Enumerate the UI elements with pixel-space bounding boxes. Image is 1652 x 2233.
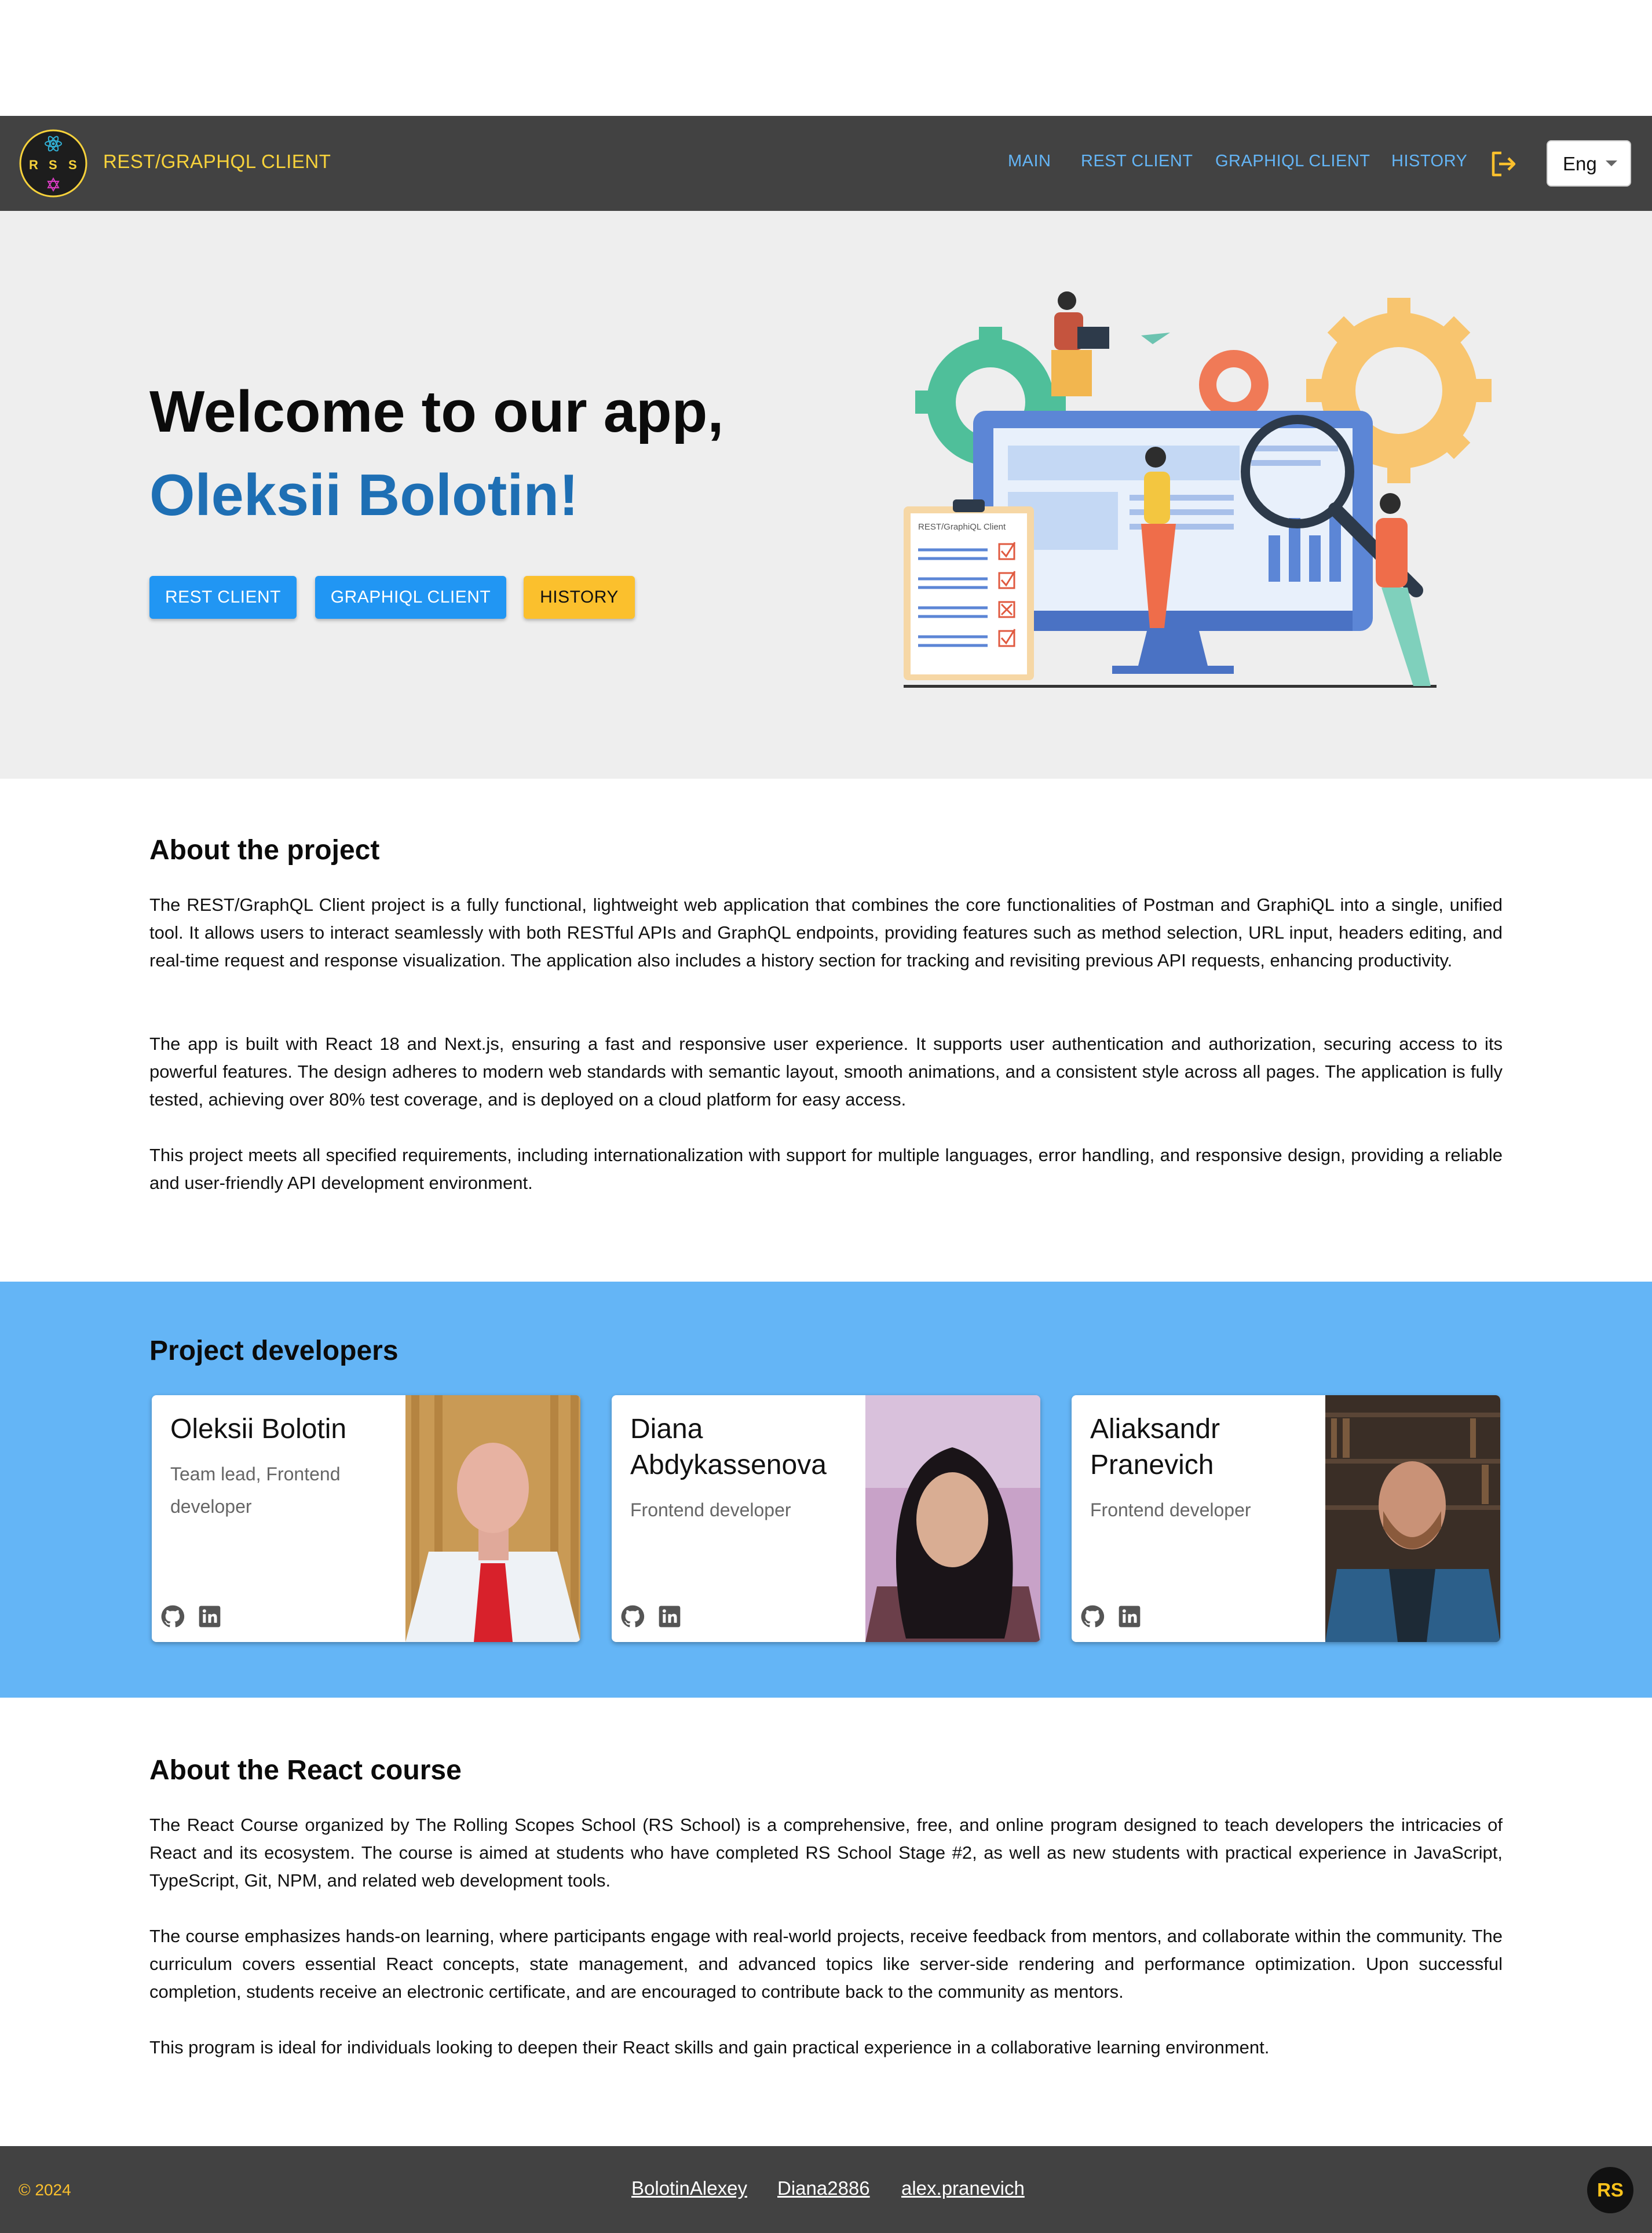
about-project-heading: About the project — [149, 835, 380, 866]
developer-card: Aliaksandr Pranevich Frontend developer — [1072, 1395, 1500, 1642]
svg-text:S: S — [68, 158, 77, 172]
developer-role: Frontend developer — [1090, 1499, 1251, 1520]
gear-icon — [1199, 350, 1269, 419]
user-name-heading: Oleksii Bolotin! — [149, 463, 579, 528]
developer-name: Diana Abdykassenova — [630, 1414, 827, 1480]
app-header: R S S REST/GRAPHQL CLIENT MAIN REST CLIE… — [0, 116, 1652, 211]
app-footer: © 2024 BolotinAlexey Diana2886 alex.pran… — [0, 2146, 1652, 2233]
hero-section: Welcome to our app, Oleksii Bolotin! RES… — [0, 211, 1652, 779]
about-course-paragraph: The course emphasizes hands-on learning,… — [149, 1926, 1503, 2002]
nav-rest-client[interactable]: REST CLIENT — [1081, 152, 1193, 171]
developer-role: Frontend developer — [630, 1499, 791, 1520]
developers-heading: Project developers — [149, 1336, 399, 1366]
svg-text:REST/GraphiQL Client: REST/GraphiQL Client — [918, 522, 1006, 532]
developer-name: Oleksii Bolotin — [170, 1414, 347, 1444]
hero-graphiql-client-button[interactable]: GRAPHIQL CLIENT — [315, 576, 506, 619]
app-brand-title: REST/GRAPHQL CLIENT — [103, 151, 331, 172]
developer-photo — [865, 1395, 1040, 1642]
developer-name: Aliaksandr Pranevich — [1090, 1414, 1220, 1480]
developer-card: Diana Abdykassenova Frontend developer — [612, 1395, 1040, 1642]
github-icon[interactable] — [160, 1604, 185, 1629]
about-project-paragraph: The REST/GraphQL Client project is a ful… — [149, 895, 1503, 970]
nav-history[interactable]: HISTORY — [1391, 152, 1467, 171]
copyright-text: © 2024 — [19, 2181, 71, 2199]
svg-text:R: R — [29, 158, 38, 172]
developer-card: Oleksii Bolotin Team lead, Frontend deve… — [152, 1395, 580, 1642]
footer-link-github[interactable]: Diana2886 — [777, 2177, 870, 2199]
about-course-paragraph: The React Course organized by The Rollin… — [149, 1815, 1503, 1891]
nav-main[interactable]: MAIN — [1008, 152, 1051, 171]
developer-role: Team lead, Frontend developer — [170, 1464, 341, 1517]
welcome-heading: Welcome to our app, — [149, 380, 724, 444]
developer-photo — [1325, 1395, 1500, 1642]
about-project-paragraph: The app is built with React 18 and Next.… — [149, 1034, 1503, 1110]
svg-text:S: S — [49, 158, 57, 172]
footer-link-github[interactable]: BolotinAlexey — [631, 2177, 747, 2199]
rss-logo[interactable]: R S S — [19, 129, 88, 198]
chevron-down-icon — [1606, 160, 1617, 166]
nav-graphiql-client[interactable]: GRAPHIQL CLIENT — [1215, 152, 1370, 171]
about-course-paragraph: This program is ideal for individuals lo… — [149, 2037, 1270, 2057]
github-icon[interactable] — [1080, 1604, 1105, 1629]
linkedin-icon[interactable] — [1118, 1605, 1141, 1628]
about-project-paragraph: This project meets all specified require… — [149, 1145, 1503, 1193]
hero-illustration: REST/GraphiQL Client — [904, 291, 1492, 688]
hero-rest-client-button[interactable]: REST CLIENT — [149, 576, 297, 619]
developers-section: Project developers Oleksii Bolotin Team … — [0, 1282, 1652, 1698]
hero-history-button[interactable]: HISTORY — [524, 576, 635, 619]
logout-icon[interactable] — [1490, 151, 1518, 177]
developer-photo — [405, 1395, 580, 1642]
linkedin-icon[interactable] — [198, 1605, 221, 1628]
about-course-heading: About the React course — [149, 1755, 462, 1786]
github-icon[interactable] — [620, 1604, 645, 1629]
language-select[interactable]: Eng — [1547, 140, 1631, 187]
footer-link-github[interactable]: alex.pranevich — [901, 2177, 1025, 2199]
language-value: Eng — [1563, 153, 1597, 174]
rs-school-logo[interactable]: RS — [1587, 2167, 1633, 2213]
linkedin-icon[interactable] — [658, 1605, 681, 1628]
